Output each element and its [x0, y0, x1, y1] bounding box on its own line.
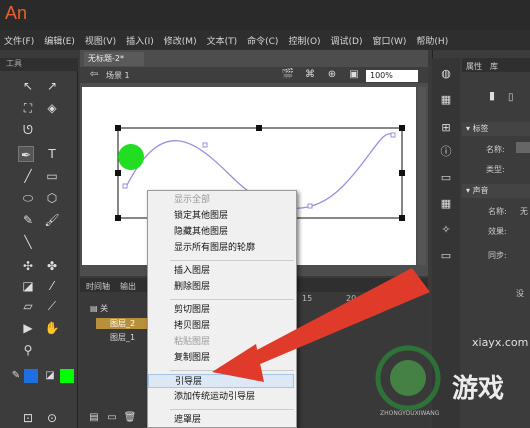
watermark-url: xiayx.com: [472, 336, 529, 349]
arrow-head: [212, 344, 264, 382]
watermark-text: 游戏: [452, 374, 505, 404]
watermark-sub: ZHONGYOUXIWANG: [380, 410, 440, 417]
watermark-logo: [375, 345, 441, 411]
watermark: xiayx.com 游戏 ZHONGYOUXIWANG: [360, 330, 530, 428]
